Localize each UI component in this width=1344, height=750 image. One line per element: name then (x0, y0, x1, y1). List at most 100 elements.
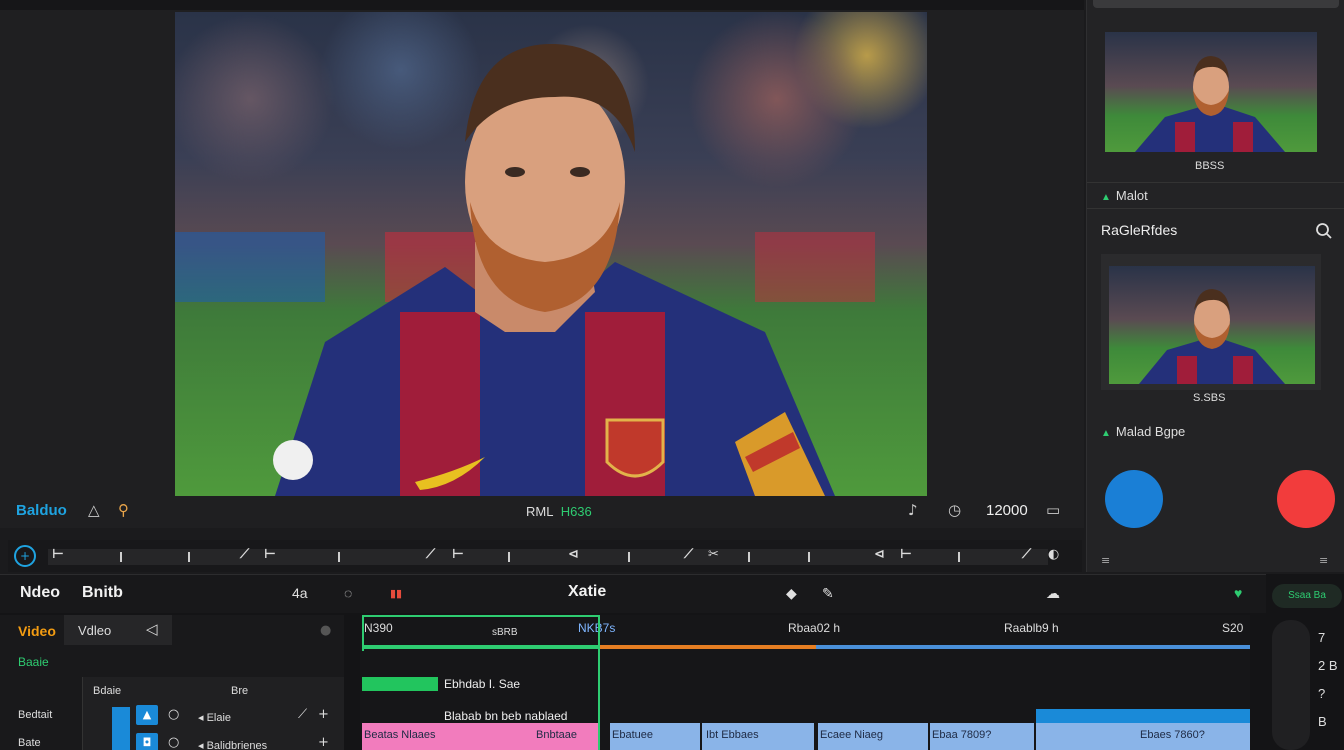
project-label[interactable]: Balduo (16, 502, 67, 519)
ruler-tick (808, 552, 810, 562)
pen-icon[interactable]: ✎ (822, 585, 834, 602)
marker-icon[interactable]: ⊲ (568, 547, 579, 562)
marker-icon[interactable]: ⊲ (874, 547, 885, 562)
track-row-label: Bedtait (18, 709, 53, 721)
in-marker-icon[interactable]: ⊢ (452, 547, 464, 562)
viewer-status-bar: Balduo △ ⚲ RML H636 ♪ ◷ 12000 ▭ (0, 496, 1084, 526)
tag-icon[interactable]: ◆ (786, 585, 797, 602)
playhead[interactable] (598, 615, 600, 750)
heart-icon[interactable]: ♥ (1234, 585, 1242, 601)
video-clip[interactable]: Ebatuee (610, 723, 700, 750)
selection-label: sBRB (492, 627, 518, 638)
dot-icon: ● (320, 623, 332, 638)
clip-code: H636 (560, 504, 592, 519)
add-icon[interactable]: + (318, 707, 329, 722)
track-row-label: Bate (18, 737, 41, 749)
video-clip[interactable]: Bnbtaae (480, 723, 598, 750)
settings-icon[interactable]: ≡ (1319, 554, 1328, 567)
progress-blue (816, 645, 1250, 649)
marker-icon[interactable]: ⟋ (240, 547, 249, 562)
thumb-player-image (1139, 289, 1285, 384)
media-thumbnail-2[interactable] (1109, 266, 1315, 384)
in-marker-icon[interactable]: ⊢ (52, 547, 64, 562)
triangle-icon[interactable]: △ (88, 501, 100, 519)
media-heading: RaGleRfdes (1101, 222, 1178, 238)
media-thumbnail-1[interactable] (1105, 32, 1317, 152)
expand-triangle-icon: ▲ (1101, 192, 1111, 203)
marker-icon[interactable]: ⟋ (684, 547, 693, 562)
timeline-tracks[interactable]: N390 NKB7s Rbaa02 h Raablb9 h S20 sBRB E… (360, 615, 1250, 750)
video-clip[interactable]: Beatas Nlaaes (362, 723, 480, 750)
track-name[interactable]: ◂ Elaie (198, 711, 231, 724)
timeline-panel: Ndeo Bnitb 4a ◌ ▮▮ Xatie ◆ ✎ ☁ ♥ Video V… (0, 574, 1266, 750)
mute-icon[interactable]: ○ (168, 735, 179, 750)
timeline-title-a: Ndeo (20, 584, 60, 601)
blue-action-button[interactable] (1105, 470, 1163, 528)
record-indicator-icon[interactable]: ▮▮ (390, 587, 402, 600)
marker-icon[interactable]: ⟋ (426, 547, 435, 562)
collapse-icon[interactable]: ◁ (146, 620, 158, 638)
level-number: 7 (1318, 630, 1326, 645)
clip-name: RML (526, 504, 554, 519)
thumbnail-1-caption: BBSS (1195, 160, 1225, 172)
track-name-text: Balidbrienes (206, 740, 268, 750)
zoom-slider[interactable] (1272, 620, 1310, 750)
ruler-tick (120, 552, 122, 562)
edit-icon[interactable]: ⟋ (298, 707, 307, 722)
lock-icon[interactable]: ▲ (136, 705, 158, 725)
search-icon[interactable] (1315, 222, 1333, 240)
side-panel-handle[interactable] (1093, 0, 1339, 8)
video-clip[interactable]: Ebaes 7860? (1036, 723, 1250, 750)
marker-icon[interactable]: ⟋ (1022, 547, 1031, 562)
scrubber-track[interactable] (48, 549, 1048, 565)
mute-icon[interactable]: ○ (168, 707, 179, 722)
video-viewer[interactable] (175, 12, 927, 496)
red-record-button[interactable] (1277, 470, 1335, 528)
ruler-tick (508, 552, 510, 562)
tab-video[interactable]: Video (18, 623, 56, 639)
section-label-2[interactable]: ▲ Malad Bgpe (1101, 424, 1185, 439)
divider (1087, 182, 1344, 183)
clip-label: Ebhdab I. Sae (444, 677, 521, 691)
track-controls: Video Vdleo ◁ ● Baaie Bdaie Bre Bedtait … (0, 615, 344, 750)
audio-icon[interactable]: ♪ (908, 501, 918, 519)
clip-highlight (1036, 709, 1250, 723)
clip-name: Ebatuee (612, 729, 653, 741)
clip-label: Blabab bn beb nablaed (444, 709, 568, 723)
video-editor-app: Balduo △ ⚲ RML H636 ♪ ◷ 12000 ▭ + ⊢ ⟋ ⊢ … (0, 0, 1344, 750)
track-col-header: Bdaie (93, 685, 122, 697)
track-group-label: Baaie (18, 655, 49, 669)
video-clip[interactable]: Ecaee Niaeg (818, 723, 928, 750)
settings-icon[interactable]: ≡ (1101, 554, 1110, 567)
track-name-text: Elaie (206, 712, 232, 724)
play-target-icon[interactable]: + (14, 545, 36, 567)
clip-name: Ebaes 7860? (1140, 729, 1205, 741)
audio-clip[interactable] (362, 677, 438, 691)
add-icon[interactable]: + (318, 735, 329, 750)
split-icon[interactable]: ✂ (708, 547, 719, 562)
status-badge[interactable]: Ssaa Ba (1272, 584, 1342, 608)
timeline-header: Ndeo Bnitb 4a ◌ ▮▮ Xatie ◆ ✎ ☁ ♥ (0, 575, 1266, 613)
frame-counter: 12000 (986, 502, 1028, 519)
in-marker-icon[interactable]: ⊢ (264, 547, 276, 562)
expand-triangle-icon: ▲ (1101, 428, 1111, 439)
scrubber-ruler[interactable]: + ⊢ ⟋ ⊢ ⟋ ⊢ ⊲ ⟋ ✂ ⊲ ⊢ ⟋ ◐ (8, 540, 1082, 572)
in-marker-icon[interactable]: ⊢ (900, 547, 912, 562)
cloud-icon[interactable]: ☁ (1046, 585, 1060, 602)
track-col-header: Bre (231, 685, 249, 697)
top-strip (0, 0, 1084, 10)
eye-icon[interactable]: ◘ (136, 733, 158, 750)
section-label-1[interactable]: ▲ Malot (1101, 188, 1148, 203)
pin-icon[interactable]: ⚲ (118, 501, 129, 519)
timecode: S20 (1222, 621, 1244, 635)
tab-video-2[interactable]: Vdleo ◁ (64, 615, 172, 645)
preview-area: Balduo △ ⚲ RML H636 ♪ ◷ 12000 ▭ (0, 0, 1084, 528)
clock-icon[interactable]: ◌ (344, 585, 352, 601)
timer-icon[interactable]: ◷ (948, 501, 961, 519)
ruler-tick (958, 552, 960, 562)
caption-icon[interactable]: ▭ (1046, 501, 1060, 519)
speed-icon[interactable]: ◐ (1048, 547, 1059, 562)
video-clip[interactable]: Ebaa 7809? (930, 723, 1034, 750)
video-clip[interactable]: Ibt Ebbaes (702, 723, 814, 750)
track-name[interactable]: ◂ Balidbrienes (198, 739, 267, 750)
